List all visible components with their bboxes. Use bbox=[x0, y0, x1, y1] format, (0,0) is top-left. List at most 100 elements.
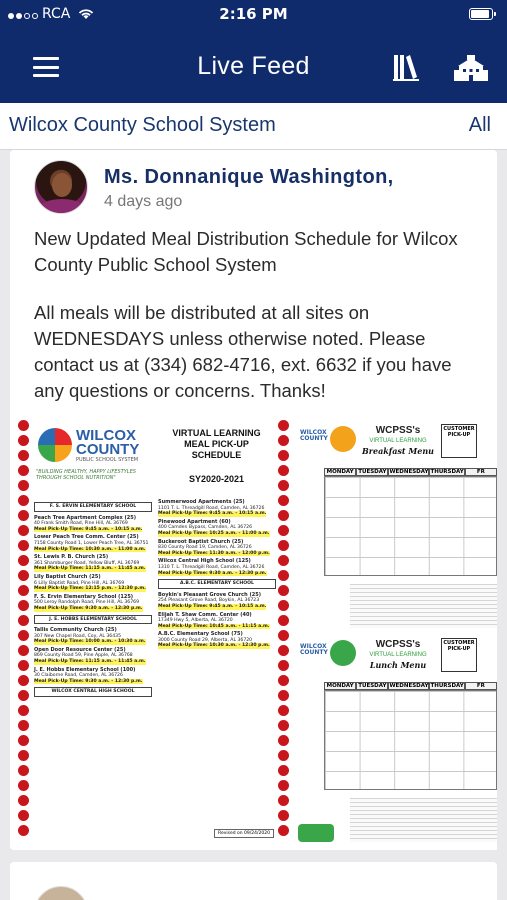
author-avatar[interactable] bbox=[34, 160, 88, 214]
menu-grid bbox=[324, 690, 497, 790]
menu-day-header: FR bbox=[464, 682, 497, 690]
stop-time: Meal Pick-Up Time: 9:45 a.m. - 10:15 a.m… bbox=[158, 511, 267, 517]
school-lunch-badge-icon bbox=[330, 640, 356, 666]
border-dot bbox=[278, 630, 289, 641]
post-author[interactable]: Ms. Donnanique Washington, bbox=[104, 166, 394, 189]
border-dot bbox=[278, 750, 289, 761]
border-dot bbox=[278, 525, 289, 536]
flyer-year: SY2020-2021 bbox=[188, 474, 245, 484]
post-paragraph: All meals will be distributed at all sit… bbox=[34, 302, 452, 401]
menu-brand: WCPSS's bbox=[375, 639, 421, 650]
border-dot bbox=[278, 585, 289, 596]
stop-time: Meal Pick-Up Time: 11:15 a.m. - 11:45 a.… bbox=[34, 566, 146, 572]
filter-bar: Wilcox County School System All bbox=[0, 103, 507, 150]
border-dot bbox=[18, 705, 29, 716]
border-dot bbox=[278, 780, 289, 791]
border-dot bbox=[18, 615, 29, 626]
border-dot bbox=[278, 660, 289, 671]
pickup-box: CUSTOMER PICK-UP bbox=[441, 638, 477, 672]
flyer-stop: Lower Peach Tree Comm. Center (25) 7158 C… bbox=[34, 535, 152, 553]
flyer-stop: Lily Baptist Church (25) 6 Lilly Baptist … bbox=[34, 574, 152, 592]
stop-time: Meal Pick-Up Time: 11:15 a.m. - 11:45 a.… bbox=[34, 659, 146, 665]
scope-filter-link[interactable]: All bbox=[469, 114, 491, 137]
menu-day-header: THURSDAY bbox=[429, 682, 465, 690]
author-avatar[interactable] bbox=[34, 886, 88, 900]
border-dot bbox=[18, 630, 29, 641]
meal-schedule-flyer-image[interactable]: WILCOX COUNTY PUBLIC SCHOOL SYSTEM "BUIL… bbox=[18, 420, 290, 850]
border-dot bbox=[18, 660, 29, 671]
post-attachment[interactable]: WILCOX COUNTY PUBLIC SCHOOL SYSTEM "BUIL… bbox=[18, 420, 497, 850]
stop-time: Meal Pick-Up Time: 11:30 a.m. - 12:00 p.… bbox=[158, 550, 270, 557]
flyer-stop: A.B.C. Elementary School (75) 3000 County… bbox=[158, 632, 276, 650]
menu-notes bbox=[350, 584, 497, 628]
flyer-stop: Boykin's Pleasant Grove Church (25) 254 P… bbox=[158, 592, 276, 610]
post-card[interactable]: Ms. Donnanique Washington, 4 days ago Ne… bbox=[10, 150, 497, 850]
border-dot bbox=[18, 420, 29, 431]
border-dot bbox=[18, 570, 29, 581]
border-dot bbox=[278, 795, 289, 806]
border-dot bbox=[18, 465, 29, 476]
flyer-stop: Peach Tree Apartment Complex (25) 40 Fran… bbox=[34, 515, 152, 533]
border-dot bbox=[278, 480, 289, 491]
border-dot bbox=[18, 795, 29, 806]
border-dot bbox=[18, 690, 29, 701]
flyer-title: VIRTUAL LEARNING MEAL PICK-UP SCHEDULE bbox=[172, 428, 261, 460]
flyer-stop: F. S. Ervin Elementary School (125) 500 L… bbox=[34, 594, 152, 612]
flyer-stop: Wilcox Central High School (125) 1310 T. … bbox=[158, 559, 276, 577]
border-dot bbox=[278, 450, 289, 461]
flyer-stop: J. E. Hobbs Elementary School (100) 30 Cl… bbox=[34, 667, 152, 685]
border-dot bbox=[278, 645, 289, 656]
border-dot bbox=[278, 540, 289, 551]
border-dot bbox=[18, 780, 29, 791]
stop-time: Meal Pick-Up Time: 9:30 a.m. - 12:30 p.m… bbox=[34, 678, 143, 685]
border-dot bbox=[278, 420, 289, 431]
menu-grid bbox=[324, 476, 497, 576]
stop-time: Meal Pick-Up Time: 10:25 a.m. - 11:00 a.… bbox=[158, 530, 270, 537]
library-icon[interactable] bbox=[393, 52, 419, 82]
menu-day-header: WEDNESDAY bbox=[388, 468, 430, 476]
page-title: Live Feed bbox=[197, 52, 310, 80]
stop-time: Meal Pick-Up Time: 9:30 a.m. - 12:30 p.m… bbox=[158, 570, 267, 577]
menu-day-header: MONDAY bbox=[324, 682, 357, 690]
clock: 2:16 PM bbox=[219, 5, 288, 23]
menu-subtitle: VIRTUAL LEARNING bbox=[369, 438, 427, 444]
border-dot bbox=[18, 495, 29, 506]
wilcox-logo-small: WILCOX COUNTY bbox=[300, 643, 328, 656]
menu-day-header: WEDNESDAY bbox=[388, 682, 430, 690]
menu-day-header: TUESDAY bbox=[356, 468, 389, 476]
border-dot bbox=[18, 675, 29, 686]
stop-time: Meal Pick-Up Time: 10:00 a.m. - 10:30 a.… bbox=[34, 639, 146, 645]
border-dot bbox=[278, 675, 289, 686]
school-breakfast-badge-icon bbox=[330, 426, 356, 452]
flyer-border-dots bbox=[278, 420, 290, 850]
border-dot bbox=[278, 705, 289, 716]
border-dot bbox=[18, 750, 29, 761]
border-dot bbox=[18, 540, 29, 551]
flyer-school-header: F. S. ERVIN ELEMENTARY SCHOOL bbox=[34, 502, 152, 512]
battery-icon bbox=[469, 8, 496, 20]
post-timestamp: 4 days ago bbox=[104, 193, 183, 210]
border-dot bbox=[278, 570, 289, 581]
menu-name: Lunch Menu bbox=[369, 660, 427, 670]
stop-time: Meal Pick-Up Time: 10:45 a.m. - 11:15 a.… bbox=[158, 623, 270, 630]
flyer-border-dots bbox=[18, 420, 30, 850]
menu-week-labels bbox=[298, 476, 322, 576]
border-dot bbox=[278, 690, 289, 701]
menu-week-labels bbox=[298, 690, 322, 790]
breakfast-menu: WILCOX COUNTY WCPSS's VIRTUAL LEARNING Br… bbox=[298, 420, 497, 632]
school-filter-link[interactable]: Wilcox County School System bbox=[9, 114, 276, 137]
school-building-icon[interactable] bbox=[454, 54, 488, 82]
wilcox-logo-small: WILCOX COUNTY bbox=[300, 429, 328, 442]
meal-menus-image[interactable]: WILCOX COUNTY WCPSS's VIRTUAL LEARNING Br… bbox=[298, 420, 497, 850]
flyer-stops-column: F. S. ERVIN ELEMENTARY SCHOOL Peach Tree … bbox=[34, 500, 152, 701]
border-dot bbox=[278, 495, 289, 506]
menu-day-headers: MONDAY TUESDAY WEDNESDAY THURSDAY FR bbox=[324, 468, 497, 476]
border-dot bbox=[278, 810, 289, 821]
border-dot bbox=[278, 720, 289, 731]
flyer-school-header: WILCOX CENTRAL HIGH SCHOOL bbox=[34, 687, 152, 698]
border-dot bbox=[18, 510, 29, 521]
border-dot bbox=[18, 765, 29, 776]
border-dot bbox=[278, 765, 289, 776]
post-card[interactable] bbox=[10, 862, 497, 900]
lunch-menu: WILCOX COUNTY WCPSS's VIRTUAL LEARNING Lu… bbox=[298, 634, 497, 846]
